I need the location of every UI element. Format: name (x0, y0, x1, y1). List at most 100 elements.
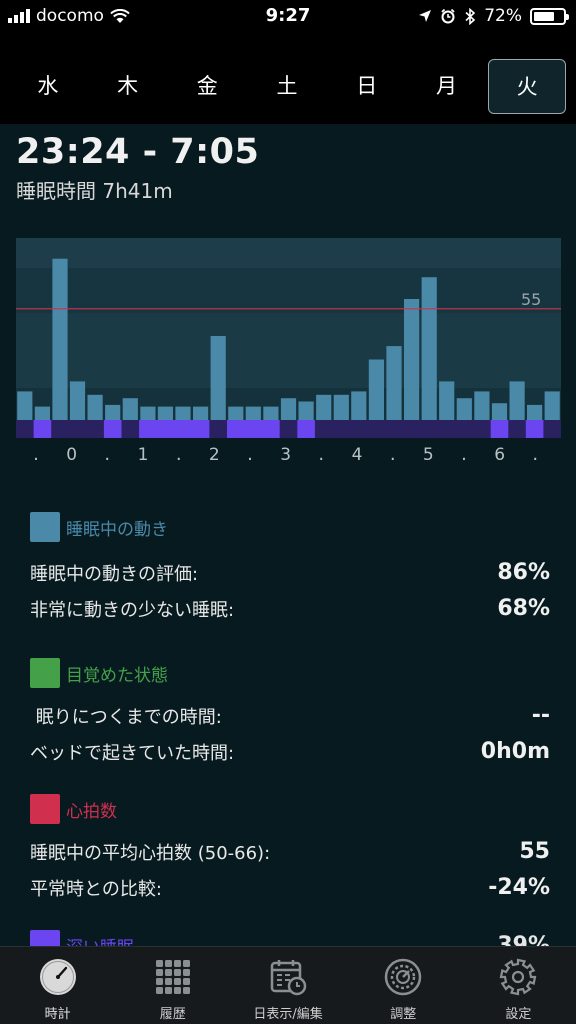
movement-bar (439, 381, 455, 420)
deep-sleep-segment (139, 420, 210, 438)
tab-history[interactable]: 履歴 (115, 947, 230, 1024)
movement-bar (193, 406, 209, 420)
movement-bar (210, 336, 226, 420)
average-heart-rate-label: 55 (521, 290, 541, 309)
movement-bar (491, 403, 508, 420)
movement-bar (175, 406, 191, 420)
tab-day-6[interactable]: 火 (488, 59, 567, 114)
movement-header: 睡眠中の動き (30, 512, 550, 542)
movement-bar (509, 381, 525, 420)
tab-settings[interactable]: 設定 (461, 947, 576, 1024)
clock-icon (39, 959, 76, 995)
stat-label: 睡眠中の動きの評価: (30, 563, 199, 585)
stat-label: 睡眠中の平均心拍数 (50-66): (30, 842, 271, 864)
stat-label: 非常に動きの少ない睡眠: (30, 599, 235, 621)
movement-bar (456, 398, 472, 420)
heart-header: 心拍数 (30, 794, 550, 824)
tab-day-2[interactable]: 金 (169, 59, 245, 114)
movement-bar (316, 394, 332, 420)
status-right: 72% (418, 6, 569, 26)
x-tick-label: 4 (352, 445, 363, 465)
tab-label: 調整 (390, 1007, 417, 1022)
stat-row: 非常に動きの少ない睡眠: 68% (30, 593, 550, 624)
movement-bar (544, 391, 560, 420)
heart-swatch (30, 794, 60, 824)
movement-bar (34, 406, 50, 420)
x-tick-label: . (390, 444, 396, 465)
grid-icon (155, 960, 190, 994)
movement-bar (421, 277, 437, 420)
sleep-time-range: 23:24 - 7:05 (16, 132, 260, 172)
gear-icon (500, 958, 537, 996)
location-icon (419, 10, 432, 22)
movement-bar (69, 381, 86, 420)
heart-section: 心拍数 睡眠中の平均心拍数 (50-66): 55 平常時との比較: -24% (30, 794, 550, 903)
tab-day-3[interactable]: 土 (249, 59, 325, 114)
stat-value: 86% (497, 560, 550, 585)
tab-clock[interactable]: 時計 (0, 947, 115, 1024)
movement-bar (474, 391, 490, 420)
movement-bar (368, 359, 384, 420)
x-tick-label: . (318, 444, 324, 465)
tab-day-1[interactable]: 木 (90, 59, 166, 114)
stat-value: -- (531, 703, 550, 728)
movement-section: 睡眠中の動き 睡眠中の動きの評価: 86% 非常に動きの少ない睡眠: 68% (30, 512, 550, 624)
stat-label: 眠りにつくまでの時間: (30, 706, 222, 728)
calendar-icon (270, 960, 307, 996)
stat-value: 55 (519, 839, 550, 864)
movement-bar (404, 299, 420, 420)
movement-bar (527, 404, 543, 420)
tab-label: 履歴 (159, 1007, 186, 1022)
stat-value: -24% (488, 875, 550, 900)
awake-title: 目覚めた状態 (66, 665, 168, 686)
movement-bar (333, 394, 349, 420)
tab-day-4[interactable]: 日 (329, 59, 405, 114)
battery-percent: 72% (484, 6, 522, 26)
x-tick-label: . (33, 444, 39, 465)
movement-title: 睡眠中の動き (66, 519, 168, 540)
x-tick-label: 5 (423, 445, 434, 465)
x-tick-label: . (532, 444, 538, 465)
deep-sleep-segment (227, 420, 280, 438)
tab-bar: 時計 履歴 日表示/編集 調整 設定 (0, 946, 576, 1024)
tab-adjust[interactable]: 調整 (346, 947, 461, 1024)
dial-icon (384, 958, 422, 996)
stat-row: 眠りにつくまでの時間: -- (30, 700, 550, 731)
x-tick-label: 6 (494, 445, 505, 465)
tab-label: 時計 (44, 1007, 71, 1022)
tab-day-5[interactable]: 月 (409, 59, 485, 114)
stat-row: ベッドで起きていた時間: 0h0m (30, 736, 550, 767)
awake-swatch (30, 658, 60, 688)
x-tick-label: . (461, 444, 467, 465)
sleep-duration: 睡眠時間 7h41m (16, 179, 173, 203)
heart-title: 心拍数 (66, 801, 117, 822)
day-tabs: 水木金土日月火 (0, 34, 576, 124)
x-tick-label: . (176, 444, 182, 465)
movement-bar (228, 406, 244, 420)
movement-bar (87, 394, 103, 420)
x-tick-label: . (104, 444, 110, 465)
stat-label: ベッドで起きていた時間: (30, 742, 235, 764)
sleep-chart[interactable]: 55. 0. 1. 2. 3. 4. 5. 6. (0, 230, 576, 470)
deep-sleep-segment (103, 420, 122, 438)
battery-icon (530, 7, 569, 25)
chart-band-top (16, 238, 561, 268)
x-tick-label: 3 (280, 445, 291, 465)
tab-label: 設定 (505, 1007, 532, 1022)
deep-sleep-segment (33, 420, 52, 438)
deep-sleep-segment (525, 420, 544, 438)
movement-bar (122, 398, 138, 420)
movement-swatch (30, 512, 60, 542)
x-tick-label: . (247, 444, 253, 465)
x-tick-label: 1 (138, 445, 149, 465)
movement-bar (140, 406, 156, 420)
movement-bar (263, 406, 279, 420)
x-tick-label: 2 (209, 445, 220, 465)
stat-value: 68% (497, 596, 550, 621)
tab-day-edit[interactable]: 日表示/編集 (230, 947, 345, 1024)
stat-label: 平常時との比較: (30, 878, 162, 900)
movement-bar (351, 391, 367, 420)
chart-band-upper (16, 268, 561, 313)
tab-day-0[interactable]: 水 (10, 59, 86, 114)
movement-bar (17, 391, 33, 420)
